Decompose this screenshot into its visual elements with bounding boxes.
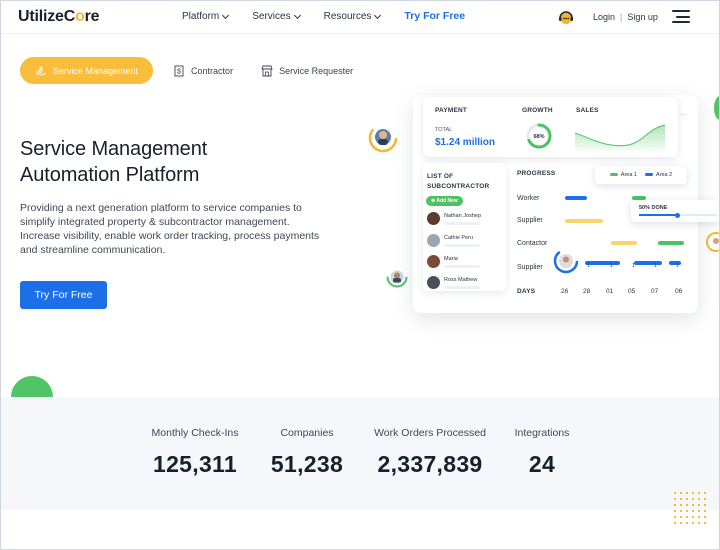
hero-description: Providing a next generation platform to … [20,202,320,256]
avatar [386,266,408,288]
chevron-down-icon [222,11,230,19]
progress-row-label: Contactor [517,240,548,247]
auth-links: Login | Sign up [593,12,658,22]
svg-text:68%: 68% [533,134,544,140]
stats-section [0,397,720,510]
summary-card: PAYMENT TOTAL $1.24 million GROWTH 68% S… [423,97,678,157]
main-nav: Platform Services Resources Try For Free [182,10,465,22]
try-for-free-button[interactable]: Try For Free [20,281,107,309]
avatar [427,234,440,247]
nav-services[interactable]: Services [252,11,301,22]
chevron-down-icon [374,11,382,19]
logo[interactable]: UtilizeCore [18,8,100,26]
legend-area-1: Area 1 [609,172,637,178]
avatar [427,255,440,268]
stat-companies: Companies 51,238 [270,427,344,477]
chevron-down-icon [293,11,301,19]
login-link[interactable]: Login [593,12,615,22]
completion-knob [675,212,680,218]
store-icon [261,65,273,76]
gantt-bar [565,196,587,200]
gantt-bar [565,219,603,223]
avatar [427,276,440,289]
gantt-bar [634,261,662,265]
list-item[interactable]: Cathie Peru [427,234,480,247]
audience-tabs: Service Management $ Contractor Service … [20,57,367,84]
stat-monthly-check-ins: Monthly Check-Ins 125,311 [151,427,239,477]
dollar-doc-icon: $ [174,65,184,76]
page-title: Service Management Automation Platform [20,138,208,186]
progress-row-label: Supplier [517,264,543,271]
svg-text:$: $ [177,68,181,75]
gantt-bar [658,241,684,245]
tab-service-requester[interactable]: Service Requester [247,57,367,84]
nav-platform[interactable]: Platform [182,11,230,22]
decorative-dots [672,490,710,528]
add-new-button[interactable]: ⊕ Add New [426,196,463,206]
auth-separator: | [620,12,623,22]
decorative-circle [714,96,720,120]
completion-card: 50% DONE [631,200,720,222]
nav-resources[interactable]: Resources [324,11,382,22]
chart-legend: Area 1 Area 2 [595,166,687,184]
avatar [706,232,720,252]
list-item[interactable]: Maria [427,255,480,268]
growth-ring: 68% [526,123,552,149]
completion-fill [639,212,680,218]
signup-link[interactable]: Sign up [627,12,658,22]
stat-integrations: Integrations 24 [514,427,570,477]
top-navbar: UtilizeCore Platform Services Resources … [0,0,720,34]
tab-service-management[interactable]: Service Management [20,57,154,84]
legend-area-2: Area 2 [645,172,672,178]
menu-icon[interactable] [672,10,690,24]
avatar [368,123,398,153]
gantt-bar [669,261,681,265]
tab-contractor[interactable]: $ Contractor [159,57,247,84]
progress-row-label: Supplier [517,217,543,224]
hand-money-icon [36,65,47,75]
progress-row-label: Worker [517,195,540,202]
list-item[interactable]: Ross Mathew [427,276,480,289]
support-headset-icon[interactable] [557,9,575,27]
gantt-bar [611,241,637,245]
list-item[interactable]: Nathan Joshep [427,212,481,225]
sales-area-chart [575,124,666,151]
total-payment: $1.24 million [435,137,496,148]
gantt-bar [585,261,620,265]
avatar [553,248,579,274]
nav-try-for-free[interactable]: Try For Free [404,10,465,22]
avatar [427,212,440,225]
subcontractor-list: LIST OF SUBCONTRACTOR ⊕ Add New Nathan Jo… [423,163,506,291]
more-icon[interactable]: ·· [680,110,687,119]
completion-track [639,212,717,218]
stat-work-orders: Work Orders Processed 2,337,839 [374,427,486,477]
